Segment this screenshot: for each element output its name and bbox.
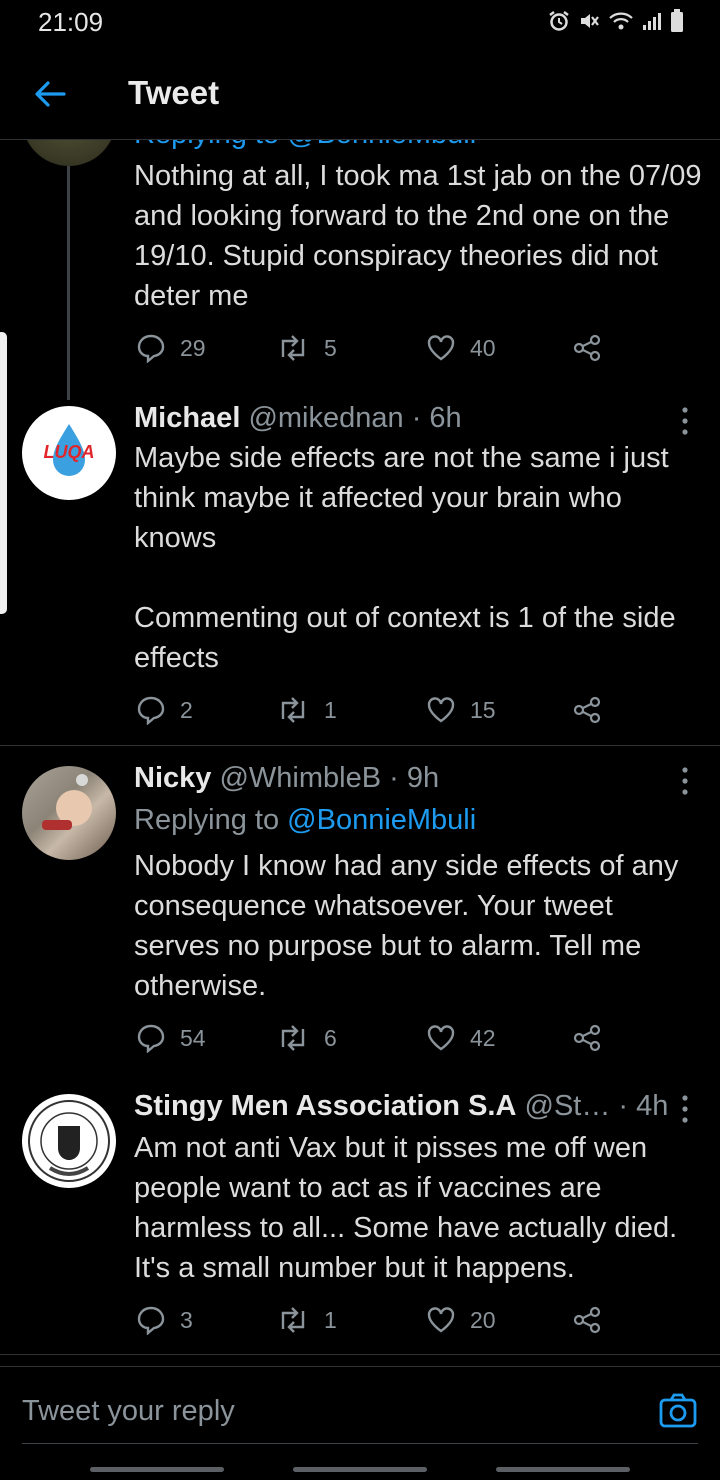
tweet-time: · 9h	[389, 762, 440, 794]
reply-action[interactable]: 2	[136, 695, 193, 725]
retweet-action[interactable]: 1	[276, 1305, 337, 1335]
avatar[interactable]	[22, 766, 116, 860]
like-count: 40	[470, 334, 496, 361]
retweet-count: 1	[324, 696, 337, 723]
tweet-actions: 54 6 42	[134, 1023, 614, 1057]
share-action[interactable]	[572, 695, 602, 725]
reply-icon	[137, 1306, 165, 1335]
tweet-divider	[0, 1354, 720, 1355]
tweet-actions: 2 1 15	[134, 695, 614, 729]
reply-underline	[22, 1443, 698, 1444]
more-options-icon[interactable]	[680, 1094, 690, 1124]
heart-icon	[427, 1025, 455, 1051]
tweet-text: Am not anti Vax but it pisses me off wen…	[134, 1132, 678, 1284]
share-icon	[573, 334, 601, 362]
retweet-icon	[281, 697, 305, 723]
reply-count: 29	[180, 334, 206, 361]
avatar[interactable]	[22, 1094, 116, 1188]
reply-action[interactable]: 29	[136, 333, 206, 363]
retweet-icon	[281, 1307, 305, 1333]
more-options-icon[interactable]	[680, 766, 690, 796]
reply-icon	[137, 334, 165, 363]
heart-icon	[427, 1307, 455, 1333]
replying-to-link[interactable]: @BonnieMbuli	[287, 804, 476, 836]
tweet-text: Maybe side effects are not the same i ju…	[134, 442, 676, 674]
retweet-count: 6	[324, 1024, 337, 1051]
tweet-author-line: Nicky @WhimbleB · 9h	[134, 762, 439, 795]
retweet-action[interactable]: 6	[276, 1023, 337, 1053]
tweet-actions: 29 5 40	[134, 333, 614, 367]
share-action[interactable]	[572, 1305, 602, 1335]
more-options-icon[interactable]	[680, 406, 690, 436]
tweet-item[interactable]: Stingy Men Association S.A @St… · 4h Am …	[0, 1080, 720, 1362]
tweet-item[interactable]: LUQA Michael @mikednan · 6h Maybe side e…	[0, 390, 720, 746]
reply-input[interactable]: Tweet your reply	[22, 1395, 235, 1428]
app-header: Tweet	[0, 44, 720, 140]
retweet-count: 1	[324, 1306, 337, 1333]
author-name[interactable]: Stingy Men Association S.A	[134, 1090, 516, 1122]
camera-icon[interactable]	[658, 1391, 698, 1431]
reply-icon	[137, 696, 165, 725]
author-handle[interactable]: @WhimbleB	[219, 762, 381, 794]
author-name[interactable]: Nicky	[134, 762, 211, 794]
back-arrow-icon[interactable]	[28, 72, 72, 116]
nav-bar-recents[interactable]	[90, 1467, 224, 1472]
retweet-action[interactable]: 1	[276, 695, 337, 725]
retweet-count: 5	[324, 334, 337, 361]
share-action[interactable]	[572, 1023, 602, 1053]
share-action[interactable]	[572, 333, 602, 363]
nav-bar-back[interactable]	[496, 1467, 630, 1472]
share-icon	[573, 1024, 601, 1052]
tweet-actions: 3 1 20	[134, 1305, 614, 1339]
heart-icon	[427, 697, 455, 723]
author-name[interactable]: Michael	[134, 402, 240, 434]
tweet-time: · 4h	[618, 1090, 669, 1122]
author-handle[interactable]: @mikednan	[248, 402, 403, 434]
reply-icon	[137, 1024, 165, 1053]
thread-line	[67, 166, 70, 400]
replying-prefix: Replying to	[134, 804, 280, 836]
reply-count: 2	[180, 696, 193, 723]
reply-count: 3	[180, 1306, 193, 1333]
page-title: Tweet	[128, 74, 220, 111]
retweet-icon	[281, 335, 305, 361]
tweet-author-line: Stingy Men Association S.A @St… · 4h	[134, 1090, 668, 1123]
like-action[interactable]: 42	[426, 1023, 496, 1053]
tweet-author-line: Michael @mikednan · 6h	[134, 402, 462, 435]
reply-action[interactable]: 54	[136, 1023, 206, 1053]
tweet-item[interactable]: Nicky @WhimbleB · 9h Replying to @Bonnie…	[0, 746, 720, 1080]
nav-bar-home[interactable]	[293, 1467, 427, 1472]
avatar-logo-text: LUQA	[44, 442, 95, 462]
share-icon	[573, 696, 601, 724]
retweet-icon	[281, 1025, 305, 1051]
replying-to: Replying to @BonnieMbuli	[134, 804, 476, 837]
tweet-feed[interactable]: Replying to @BonnieMbuli Nothing at all,…	[0, 0, 720, 1362]
like-action[interactable]: 40	[426, 333, 496, 363]
share-icon	[573, 1306, 601, 1334]
tweet-text: Nothing at all, I took ma 1st jab on the…	[134, 160, 702, 312]
like-count: 15	[470, 696, 496, 723]
tweet-text: Nobody I know had any side effects of an…	[134, 850, 679, 1002]
author-handle[interactable]: @St…	[525, 1090, 611, 1122]
heart-icon	[427, 335, 455, 361]
like-action[interactable]: 20	[426, 1305, 496, 1335]
like-action[interactable]: 15	[426, 695, 496, 725]
avatar[interactable]: LUQA	[22, 406, 116, 500]
reply-action[interactable]: 3	[136, 1305, 193, 1335]
reply-composer: Tweet your reply	[0, 1366, 720, 1480]
like-count: 42	[470, 1024, 496, 1051]
scroll-indicator[interactable]	[0, 332, 7, 614]
tweet-time: · 6h	[411, 402, 462, 434]
retweet-action[interactable]: 5	[276, 333, 337, 363]
like-count: 20	[470, 1306, 496, 1333]
reply-count: 54	[180, 1024, 206, 1051]
